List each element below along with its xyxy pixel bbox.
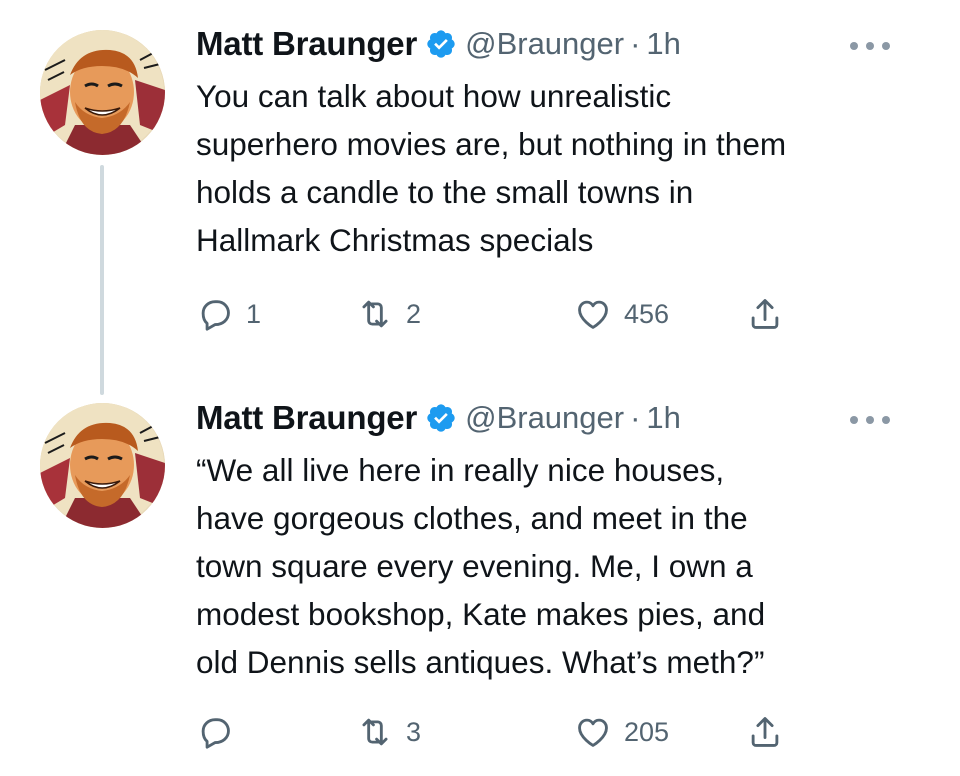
reply-icon: [201, 718, 230, 749]
retweet-count: 2: [406, 298, 422, 329]
heart-icon: [578, 300, 608, 329]
share-icon: [751, 299, 779, 329]
tweet-text-line: “We all live here in really nice houses,: [196, 452, 725, 488]
separator-dot: ·: [630, 26, 641, 61]
tweet-text-line: You can talk about how unrealistic: [196, 78, 672, 114]
tweet-actions: 3 205: [196, 710, 836, 754]
retweet-button[interactable]: 2: [356, 292, 421, 336]
heart-icon: [578, 718, 608, 747]
tweet-text-line: Hallmark Christmas specials: [196, 222, 594, 258]
author-handle[interactable]: @Braunger: [465, 400, 624, 436]
like-count: 456: [624, 298, 670, 329]
tweet-text-line: superhero movies are, but nothing in the…: [196, 126, 787, 162]
avatar[interactable]: [40, 403, 165, 528]
tweet-text: “We all live here in really nice houses,…: [196, 446, 936, 686]
author-name[interactable]: Matt Braunger: [196, 399, 417, 437]
like-count: 205: [624, 716, 670, 747]
retweet-icon: [362, 300, 388, 328]
author-name[interactable]: Matt Braunger: [196, 25, 417, 63]
tweet-actions: 1 2 456: [196, 292, 836, 336]
tweet-text-line: town square every evening. Me, I own a: [196, 548, 753, 584]
tweet-text-line: have gorgeous clothes, and meet in the: [196, 500, 748, 536]
more-options-icon[interactable]: [850, 36, 890, 56]
tweet-text-line: old Dennis sells antiques. What’s meth?”: [196, 644, 765, 680]
verified-badge-icon: [425, 402, 457, 434]
thread-connector-line: [100, 165, 104, 395]
tweet-2[interactable]: Matt Braunger @Braunger · 1h “We all liv…: [0, 388, 960, 776]
tweet-1[interactable]: Matt Braunger @Braunger · 1h You can tal…: [0, 0, 960, 395]
reply-button[interactable]: [196, 710, 246, 754]
timestamp[interactable]: 1h: [646, 26, 680, 62]
retweet-button[interactable]: 3: [356, 710, 421, 754]
avatar[interactable]: [40, 30, 165, 155]
separator-dot: ·: [630, 400, 641, 435]
like-button[interactable]: 205: [574, 710, 669, 754]
retweet-count: 3: [406, 716, 422, 747]
author-handle[interactable]: @Braunger: [465, 26, 624, 62]
share-icon: [751, 717, 779, 747]
share-button[interactable]: [746, 292, 784, 336]
tweet-header: Matt Braunger @Braunger · 1h: [196, 22, 681, 66]
reply-icon: [201, 300, 230, 331]
tweet-text-line: holds a candle to the small towns in: [196, 174, 694, 210]
retweet-icon: [362, 718, 388, 746]
cartoon-avatar-icon: [40, 30, 165, 155]
reply-count: 1: [246, 298, 262, 329]
tweet-text-line: modest bookshop, Kate makes pies, and: [196, 596, 766, 632]
like-button[interactable]: 456: [574, 292, 669, 336]
cartoon-avatar-icon: [40, 403, 165, 528]
share-button[interactable]: [746, 710, 784, 754]
tweet-text: You can talk about how unrealistic super…: [196, 72, 936, 264]
more-options-icon[interactable]: [850, 410, 890, 430]
tweet-header: Matt Braunger @Braunger · 1h: [196, 396, 681, 440]
verified-badge-icon: [425, 28, 457, 60]
timestamp[interactable]: 1h: [646, 400, 680, 436]
reply-button[interactable]: 1: [196, 292, 261, 336]
